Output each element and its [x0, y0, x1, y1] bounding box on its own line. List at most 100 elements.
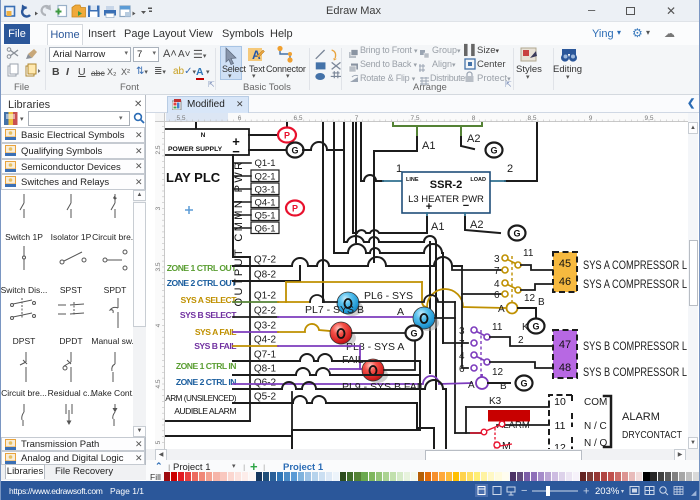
svg-text:G: G	[520, 379, 527, 389]
svg-text:Circuit bre...: Circuit bre...	[92, 232, 138, 242]
svg-text:2: 2	[507, 163, 513, 175]
svg-text:Switch 1P: Switch 1P	[5, 232, 43, 242]
svg-text:G: G	[291, 146, 298, 156]
svg-text:Isolator 1P: Isolator 1P	[51, 232, 92, 242]
svg-text:G: G	[490, 146, 497, 156]
svg-text:A2: A2	[470, 219, 483, 231]
svg-text:ARM (UNSILENCED): ARM (UNSILENCED)	[165, 394, 236, 403]
svg-text:SPST: SPST	[60, 285, 82, 295]
svg-text:SYS A FAIL: SYS A FAIL	[195, 327, 236, 337]
svg-text:G: G	[410, 329, 417, 339]
svg-text:3: 3	[155, 206, 162, 210]
svg-text:Residual c...: Residual c...	[48, 388, 95, 398]
svg-text:SSR-2: SSR-2	[430, 179, 462, 191]
svg-text:DPST: DPST	[13, 336, 36, 346]
svg-text:11: 11	[555, 420, 566, 432]
svg-text:B: B	[538, 297, 545, 308]
svg-text:K: K	[522, 322, 529, 333]
svg-text:LAY PLC: LAY PLC	[166, 170, 221, 185]
svg-text:Circuit bre...: Circuit bre...	[1, 388, 47, 398]
svg-text:COM: COM	[584, 397, 607, 408]
svg-text:3.5: 3.5	[155, 262, 162, 271]
svg-text:Q4-1: Q4-1	[254, 197, 275, 208]
svg-text:G: G	[532, 322, 539, 332]
svg-text:A: A	[397, 306, 404, 318]
svg-text:48: 48	[559, 362, 571, 374]
svg-text:ALARM: ALARM	[622, 411, 660, 423]
svg-text:11: 11	[492, 322, 503, 333]
svg-text:SYS B FAIL: SYS B FAIL	[194, 341, 236, 351]
svg-text:SPDT: SPDT	[104, 285, 127, 295]
svg-text:11: 11	[523, 248, 534, 259]
svg-text:DRYCONTACT: DRYCONTACT	[622, 429, 682, 441]
svg-text:PL6 - SYS: PL6 - SYS	[364, 290, 413, 302]
svg-text:Q7-1: Q7-1	[254, 350, 277, 361]
svg-text:Q2-2: Q2-2	[254, 306, 277, 317]
svg-text:203%: 203%	[595, 486, 620, 497]
svg-text:ZONE 1 CTRL IN: ZONE 1 CTRL IN	[176, 361, 236, 371]
svg-text:LOAD: LOAD	[470, 177, 486, 183]
svg-text:2.5: 2.5	[155, 145, 162, 154]
svg-text:Q1-1: Q1-1	[254, 158, 275, 169]
svg-text:6: 6	[494, 290, 500, 301]
svg-text:PL9 - SYS B FAIL: PL9 - SYS B FAIL	[342, 381, 426, 393]
svg-text:−: −	[463, 200, 469, 212]
svg-text:L3 HEATER PWR: L3 HEATER PWR	[408, 194, 484, 205]
svg-text:K3: K3	[489, 396, 502, 407]
svg-text:A1: A1	[431, 221, 444, 233]
svg-text:Q2-1: Q2-1	[254, 171, 275, 182]
svg-text:−: −	[521, 485, 527, 497]
svg-text:3: 3	[494, 254, 500, 265]
svg-text:SYS B SELECT: SYS B SELECT	[180, 310, 237, 320]
svg-text:ZONE 2 CTRL OUT: ZONE 2 CTRL OUT	[167, 278, 237, 288]
svg-text:A: A	[498, 304, 505, 315]
svg-text:4.5: 4.5	[155, 379, 162, 388]
svg-text:Switch Dis...: Switch Dis...	[1, 285, 48, 295]
svg-text:Q6-2: Q6-2	[254, 378, 277, 389]
svg-text:Q6-1: Q6-1	[254, 223, 275, 234]
svg-text:Q8-2: Q8-2	[254, 270, 277, 281]
svg-text:A2: A2	[467, 133, 480, 145]
svg-text:A: A	[468, 380, 475, 391]
svg-text:5: 5	[155, 440, 162, 444]
svg-text:A1: A1	[422, 140, 435, 152]
svg-text:DPDT: DPDT	[59, 336, 82, 346]
svg-text:10: 10	[554, 396, 566, 408]
svg-text:7: 7	[494, 266, 500, 277]
svg-text:Q4-2: Q4-2	[254, 335, 277, 346]
svg-text:12: 12	[554, 442, 566, 449]
svg-text:SYS B COMPRESSOR L: SYS B COMPRESSOR L	[583, 367, 687, 379]
svg-text:2: 2	[518, 335, 524, 346]
svg-text:45: 45	[559, 258, 571, 270]
svg-text:G: G	[513, 229, 520, 239]
svg-text:POWER SUPPLY: POWER SUPPLY	[168, 146, 223, 153]
svg-text:PL8 - SYS A: PL8 - SYS A	[346, 341, 404, 353]
svg-text:LINE: LINE	[406, 177, 419, 183]
svg-text:+: +	[426, 201, 432, 213]
svg-text:+: +	[583, 486, 589, 498]
svg-text:Q5-2: Q5-2	[254, 392, 277, 403]
svg-text:Q3-1: Q3-1	[254, 184, 275, 195]
svg-text:4: 4	[155, 323, 162, 327]
svg-text:SYS A COMPRESSOR L: SYS A COMPRESSOR L	[583, 279, 687, 291]
svg-text:N / C: N / C	[584, 421, 607, 432]
svg-text:Make Cont...: Make Cont...	[91, 388, 139, 398]
svg-text:47: 47	[559, 339, 571, 351]
svg-text:SYS B COMPRESSOR L: SYS B COMPRESSOR L	[583, 341, 687, 353]
svg-text:ZONE 2 CTRL IN: ZONE 2 CTRL IN	[176, 377, 236, 387]
svg-text:▾: ▾	[621, 489, 624, 495]
svg-text:N: N	[201, 132, 206, 139]
svg-text:SYS A COMPRESSOR L: SYS A COMPRESSOR L	[583, 260, 687, 272]
svg-text:Manual sw...: Manual sw...	[91, 336, 138, 346]
svg-text:12: 12	[524, 293, 536, 304]
svg-text:P: P	[292, 204, 298, 214]
svg-text:P: P	[284, 131, 290, 141]
svg-text:AUDIBLE ALARM: AUDIBLE ALARM	[174, 406, 236, 416]
svg-text:Q5-1: Q5-1	[254, 210, 275, 221]
svg-text:12: 12	[492, 367, 504, 378]
svg-text:Q1-2: Q1-2	[254, 291, 277, 302]
svg-text:PL7 - SYS B: PL7 - SYS B	[305, 304, 364, 316]
svg-text:Q8-1: Q8-1	[254, 364, 277, 375]
svg-text:Q7-2: Q7-2	[254, 255, 277, 266]
svg-text:46: 46	[559, 276, 571, 288]
